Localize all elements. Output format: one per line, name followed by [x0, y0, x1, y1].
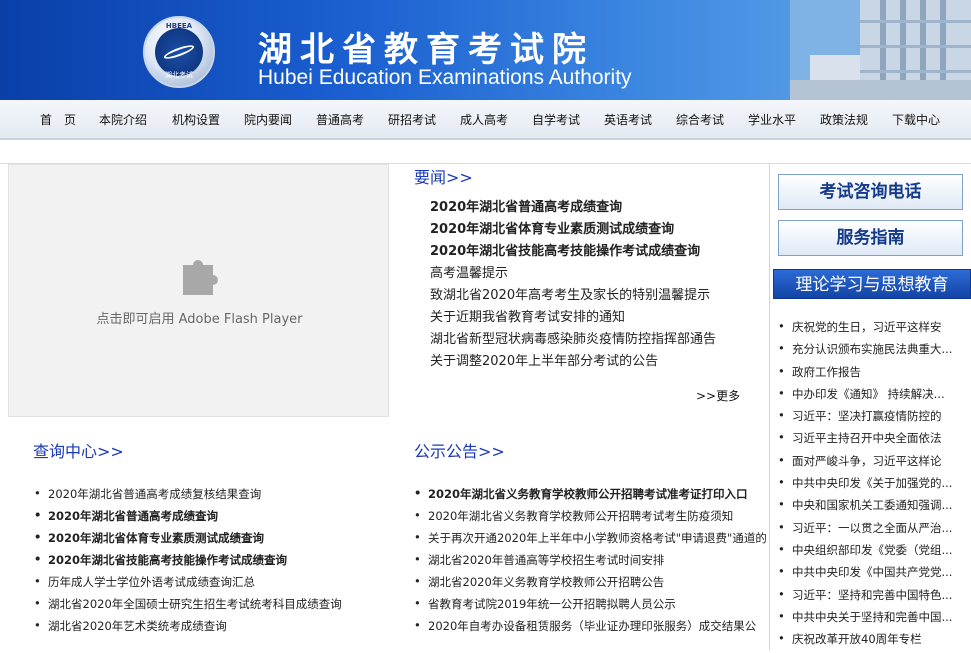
theory-item-link[interactable]: 习近平：坚决打赢疫情防控的 — [778, 408, 968, 430]
query-center-title[interactable]: 查询中心>> — [33, 438, 124, 462]
nav-item[interactable]: 院内要闻 — [244, 111, 292, 128]
notice-item-link[interactable]: 2020年湖北省义务教育学校教师公开招聘考试准考证打印入口 — [414, 486, 768, 508]
notice-item-link[interactable]: 湖北省2020年普通高等学校招生考试时间安排 — [414, 552, 768, 574]
query-item-link[interactable]: 2020年湖北省普通高考成绩查询 — [34, 508, 379, 530]
nav-item[interactable]: 普通高考 — [316, 111, 364, 128]
query-item-link[interactable]: 湖北省2020年艺术类统考成绩查询 — [34, 618, 379, 640]
news-item-link[interactable]: 高考温馨提示 — [430, 262, 716, 284]
query-item-link[interactable]: 2020年湖北省体育专业素质测试成绩查询 — [34, 530, 379, 552]
nav-spacer — [0, 140, 971, 164]
site-logo[interactable]: HBEEA 湖北考试 — [143, 16, 215, 88]
theory-study-list: 庆祝党的生日，习近平这样安充分认识颁布实施民法典重大...政府工作报告中办印发《… — [778, 319, 968, 653]
site-title-en: Hubei Education Examinations Authority — [258, 66, 632, 89]
notice-list: 2020年湖北省义务教育学校教师公开招聘考试准考证打印入口2020年湖北省义务教… — [414, 486, 768, 640]
theory-item-link[interactable]: 习近平主持召开中央全面依法 — [778, 430, 968, 452]
theory-item-link[interactable]: 政府工作报告 — [778, 364, 968, 386]
news-item-link[interactable]: 湖北省新型冠状病毒感染肺炎疫情防控指挥部通告 — [430, 328, 716, 350]
notice-title[interactable]: 公示公告>> — [414, 438, 505, 462]
logo-text: 湖北考试 — [165, 71, 193, 79]
theory-item-link[interactable]: 中共中央关于坚持和完善中国... — [778, 609, 968, 631]
theory-item-link[interactable]: 中央和国家机关工委通知强调... — [778, 497, 968, 519]
theory-item-link[interactable]: 中央组织部印发《党委（党组... — [778, 542, 968, 564]
query-item-link[interactable]: 2020年湖北省技能高考技能操作考试成绩查询 — [34, 552, 379, 574]
notice-item-link[interactable]: 湖北省2020年义务教育学校教师公开招聘公告 — [414, 574, 768, 596]
theory-item-link[interactable]: 庆祝党的生日，习近平这样安 — [778, 319, 968, 341]
notice-item-link[interactable]: 关于再次开通2020年上半年中小学教师资格考试"申请退费"通道的 — [414, 530, 768, 552]
news-item-link[interactable]: 关于调整2020年上半年部分考试的公告 — [430, 350, 716, 372]
building-image — [790, 0, 971, 100]
theory-item-link[interactable]: 中办印发《通知》 持续解决... — [778, 386, 968, 408]
notice-item-link[interactable]: 2020年湖北省义务教育学校教师公开招聘考试考生防疫须知 — [414, 508, 768, 530]
exam-hotline-button[interactable]: 考试咨询电话 — [778, 174, 963, 210]
nav-item[interactable]: 机构设置 — [172, 111, 220, 128]
query-item-link[interactable]: 2020年湖北省普通高考成绩复核结果查询 — [34, 486, 379, 508]
main-nav: 首 页 本院介绍 机构设置 院内要闻 普通高考 研招考试 成人高考 自学考试 英语考试 综合考试 学… — [0, 100, 971, 140]
theory-item-link[interactable]: 面对严峻斗争，习近平这样论 — [778, 453, 968, 475]
notice-item-link[interactable]: 2020年自考办设备租赁服务（毕业证办理印张服务）成交结果公 — [414, 618, 768, 640]
news-title[interactable]: 要闻>> — [414, 164, 473, 188]
nav-item[interactable]: 政策法规 — [820, 111, 868, 128]
service-guide-button[interactable]: 服务指南 — [778, 220, 963, 256]
news-panel: 要闻>> 2020年湖北省普通高考成绩查询 2020年湖北省体育专业素质测试成绩查… — [390, 164, 770, 417]
news-item-link[interactable]: 2020年湖北省技能高考技能操作考试成绩查询 — [430, 240, 716, 262]
nav-item[interactable]: 下载中心 — [892, 111, 940, 128]
site-title-cn: 湖北省教育考试院 — [258, 30, 594, 70]
flash-placeholder[interactable]: 点击即可启用 Adobe Flash Player — [8, 164, 389, 417]
nav-item[interactable]: 本院介绍 — [99, 111, 147, 128]
theory-item-link[interactable]: 中共中央印发《中国共产党党... — [778, 564, 968, 586]
right-sidebar: 考试咨询电话 服务指南 理论学习与思想教育 庆祝党的生日，习近平这样安充分认识颁… — [769, 164, 971, 650]
news-list: 2020年湖北省普通高考成绩查询 2020年湖北省体育专业素质测试成绩查询 2020… — [430, 196, 716, 372]
nav-item[interactable]: 英语考试 — [604, 111, 652, 128]
nav-item[interactable]: 研招考试 — [388, 111, 436, 128]
theory-item-link[interactable]: 中共中央印发《关于加强党的... — [778, 475, 968, 497]
nav-item[interactable]: 学业水平 — [748, 111, 796, 128]
notice-item-link[interactable]: 省教育考试院2019年统一公开招聘拟聘人员公示 — [414, 596, 768, 618]
query-item-link[interactable]: 湖北省2020年全国硕士研究生招生考试统考科目成绩查询 — [34, 596, 379, 618]
nav-item[interactable]: 自学考试 — [532, 111, 580, 128]
nav-item[interactable]: 成人高考 — [460, 111, 508, 128]
news-item-link[interactable]: 2020年湖北省体育专业素质测试成绩查询 — [430, 218, 716, 240]
news-more-link[interactable]: >>更多 — [696, 387, 740, 404]
query-item-link[interactable]: 历年成人学士学位外语考试成绩查询汇总 — [34, 574, 379, 596]
news-item-link[interactable]: 致湖北省2020年高考考生及家长的特别温馨提示 — [430, 284, 716, 306]
plugin-puzzle-icon — [183, 260, 218, 295]
nav-item[interactable]: 综合考试 — [676, 111, 724, 128]
nav-item[interactable]: 首 页 — [40, 111, 76, 128]
theory-item-link[interactable]: 习近平：坚持和完善中国特色... — [778, 587, 968, 609]
flash-message: 点击即可启用 Adobe Flash Player — [96, 312, 303, 327]
theory-study-header[interactable]: 理论学习与思想教育 — [773, 269, 971, 299]
news-item-link[interactable]: 关于近期我省教育考试安排的通知 — [430, 306, 716, 328]
theory-item-link[interactable]: 习近平：一以贯之全面从严治... — [778, 520, 968, 542]
news-item-link[interactable]: 2020年湖北省普通高考成绩查询 — [430, 196, 716, 218]
theory-item-link[interactable]: 充分认识颁布实施民法典重大... — [778, 341, 968, 363]
query-list: 2020年湖北省普通高考成绩复核结果查询2020年湖北省普通高考成绩查询2020… — [34, 486, 379, 640]
site-banner: HBEEA 湖北考试 湖北省教育考试院 Hubei Education Exam… — [0, 0, 971, 100]
